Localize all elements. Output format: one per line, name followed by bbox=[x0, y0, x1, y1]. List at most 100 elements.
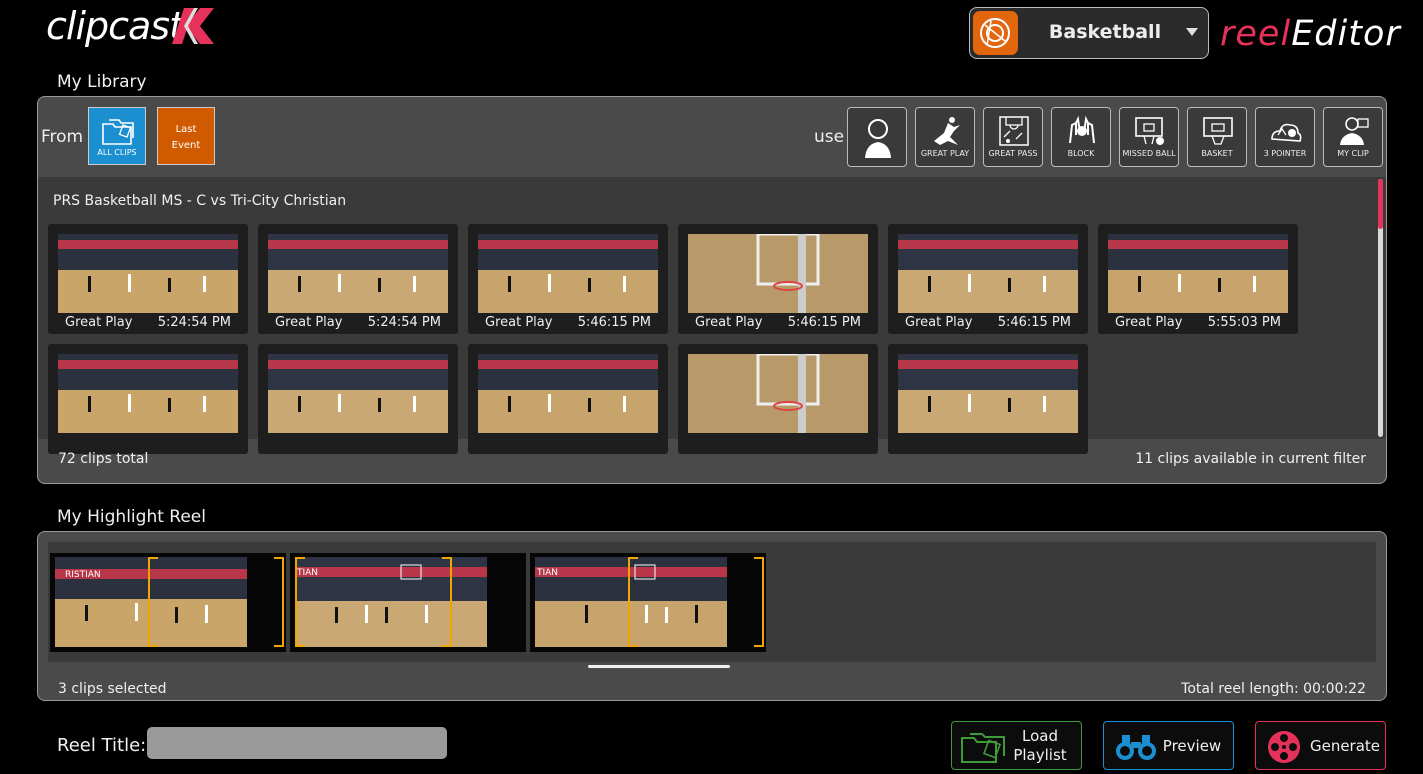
preview-label: Preview bbox=[1162, 737, 1222, 755]
clip-card[interactable]: Great Play 5:55:03 PM bbox=[1098, 224, 1298, 334]
tag-my-clip-button[interactable]: MY CLIP bbox=[1323, 107, 1383, 167]
tag-great-pass-label: GREAT PASS bbox=[988, 149, 1038, 158]
chevron-down-icon[interactable] bbox=[1186, 28, 1198, 36]
trim-end-handle[interactable] bbox=[274, 557, 284, 647]
tag-missed-ball-button[interactable]: MISSED BALL bbox=[1119, 107, 1179, 167]
sport-select-value: Basketball bbox=[1048, 21, 1162, 43]
tag-block-label: BLOCK bbox=[1067, 149, 1095, 158]
clip-thumbnail bbox=[898, 354, 1078, 433]
clip-thumbnail bbox=[58, 234, 238, 313]
library-scrollbar-thumb[interactable] bbox=[1378, 179, 1383, 229]
reel-clip[interactable]: TIAN bbox=[290, 553, 526, 652]
trim-start-handle[interactable] bbox=[295, 557, 305, 647]
clip-thumbnail bbox=[1108, 234, 1288, 313]
clip-card[interactable]: Great Play 5:46:15 PM bbox=[678, 224, 878, 334]
tag-my-clip-label: MY CLIP bbox=[1337, 149, 1369, 158]
clip-time-label: 5:24:54 PM bbox=[367, 315, 441, 330]
reel-title-label: Reel Title: bbox=[57, 735, 147, 756]
all-clips-button[interactable]: ALL CLIPS bbox=[88, 107, 146, 165]
clip-type-label: Great Play bbox=[485, 315, 553, 330]
clip-time-label: 5:55:03 PM bbox=[1207, 315, 1281, 330]
folders-icon bbox=[102, 119, 134, 145]
clip-time-label: 5:24:54 PM bbox=[157, 315, 231, 330]
block-icon bbox=[1069, 115, 1095, 144]
clip-card[interactable] bbox=[258, 344, 458, 454]
clip-time-label: 5:46:15 PM bbox=[997, 315, 1071, 330]
highlight-reel-title: My Highlight Reel bbox=[57, 507, 206, 527]
clip-thumbnail bbox=[268, 234, 448, 313]
app-title-prefix: reel bbox=[1220, 14, 1292, 54]
reel-clip-thumbnail: TIAN bbox=[295, 557, 487, 647]
great-play-icon bbox=[934, 117, 960, 145]
clips-selected-text: 3 clips selected bbox=[58, 681, 167, 697]
last-event-label: Last Event bbox=[171, 124, 201, 151]
binoculars-icon bbox=[1116, 735, 1156, 760]
clip-card[interactable]: Great Play 5:46:15 PM bbox=[888, 224, 1088, 334]
basketball-icon bbox=[973, 11, 1018, 55]
svg-text:TIAN: TIAN bbox=[536, 568, 558, 578]
clipcast-logo: clipcast bbox=[46, 4, 184, 48]
load-playlist-label: Load Playlist bbox=[1012, 727, 1068, 765]
clip-card[interactable] bbox=[48, 344, 248, 454]
generate-button[interactable]: Generate bbox=[1255, 721, 1386, 770]
reel-strip: RISTIAN TIAN TIAN bbox=[48, 542, 1376, 668]
clip-thumbnail bbox=[898, 234, 1078, 313]
reel-scrollbar[interactable] bbox=[588, 665, 730, 668]
generate-label: Generate bbox=[1309, 737, 1381, 755]
clip-card[interactable]: Great Play 5:24:54 PM bbox=[48, 224, 248, 334]
clip-thumbnail bbox=[478, 234, 658, 313]
three-pointer-icon bbox=[1271, 123, 1302, 142]
clip-card[interactable] bbox=[678, 344, 878, 454]
reel-title-input[interactable] bbox=[147, 727, 447, 759]
library-title: My Library bbox=[57, 72, 147, 92]
clip-time-label: 5:46:15 PM bbox=[577, 315, 651, 330]
tag-great-pass-button[interactable]: GREAT PASS bbox=[983, 107, 1043, 167]
tag-player-button[interactable] bbox=[847, 107, 907, 167]
app-title-suffix: Editor bbox=[1291, 14, 1401, 54]
use-label: use bbox=[814, 127, 845, 147]
reel-length-text: Total reel length: 00:00:22 bbox=[1181, 681, 1366, 697]
last-event-button[interactable]: Last Event bbox=[157, 107, 215, 165]
trim-end-handle[interactable] bbox=[754, 557, 764, 647]
clip-type-label: Great Play bbox=[1115, 315, 1183, 330]
clips-total-text: 72 clips total bbox=[58, 451, 149, 467]
reel-clip[interactable]: TIAN bbox=[530, 553, 766, 652]
trim-start-handle[interactable] bbox=[628, 557, 638, 647]
all-clips-label: ALL CLIPS bbox=[97, 148, 137, 157]
tag-great-play-button[interactable]: GREAT PLAY bbox=[915, 107, 975, 167]
clip-type-label: Great Play bbox=[275, 315, 343, 330]
library-panel: From ALL CLIPS Last Event use GREAT PLAY bbox=[37, 96, 1387, 484]
clip-thumbnail bbox=[58, 354, 238, 433]
tag-basket-label: BASKET bbox=[1201, 149, 1233, 158]
load-playlist-button[interactable]: Load Playlist bbox=[951, 721, 1082, 770]
clipcast-logo-mark-icon bbox=[172, 8, 214, 44]
clip-type-label: Great Play bbox=[905, 315, 973, 330]
app-title: reelEditor bbox=[1220, 14, 1401, 54]
clip-card[interactable]: Great Play 5:24:54 PM bbox=[258, 224, 458, 334]
clip-card[interactable]: Great Play 5:46:15 PM bbox=[468, 224, 668, 334]
tag-block-button[interactable]: BLOCK bbox=[1051, 107, 1111, 167]
folder-icon bbox=[961, 733, 1005, 763]
svg-text:RISTIAN: RISTIAN bbox=[65, 570, 101, 580]
clip-card[interactable] bbox=[468, 344, 668, 454]
tag-three-pointer-button[interactable]: 3 POINTER bbox=[1255, 107, 1315, 167]
clip-type-label: Great Play bbox=[65, 315, 133, 330]
tag-basket-button[interactable]: BASKET bbox=[1187, 107, 1247, 167]
sport-select[interactable]: Basketball bbox=[969, 7, 1209, 59]
clips-filter-text: 11 clips available in current filter bbox=[1135, 451, 1366, 467]
highlight-reel-panel: RISTIAN TIAN TIAN 3 clips selected Total… bbox=[37, 531, 1387, 701]
player-icon bbox=[865, 119, 891, 158]
trim-start-handle[interactable] bbox=[148, 557, 158, 647]
clip-thumbnail bbox=[688, 354, 868, 433]
reel-clip[interactable]: RISTIAN bbox=[50, 553, 286, 652]
film-reel-icon bbox=[1268, 731, 1300, 763]
clips-grid: PRS Basketball MS - C vs Tri-City Christ… bbox=[38, 177, 1386, 454]
trim-end-handle[interactable] bbox=[442, 557, 452, 647]
clip-thumbnail bbox=[478, 354, 658, 433]
event-title: PRS Basketball MS - C vs Tri-City Christ… bbox=[53, 193, 347, 209]
clip-card[interactable] bbox=[888, 344, 1088, 454]
preview-button[interactable]: Preview bbox=[1103, 721, 1234, 770]
great-pass-icon bbox=[999, 116, 1029, 146]
clip-thumbnail bbox=[688, 234, 868, 313]
load-label-line1: Load bbox=[1022, 727, 1058, 745]
